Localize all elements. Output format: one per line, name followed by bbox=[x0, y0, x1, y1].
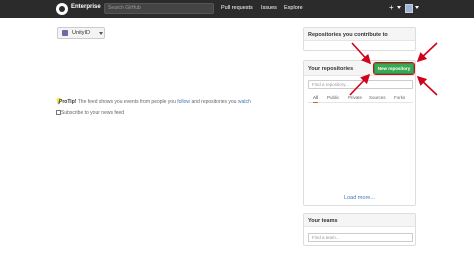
top-navbar: Enterprise Search GitHub Pull requests I… bbox=[0, 0, 474, 18]
follow-link[interactable]: follow bbox=[177, 99, 190, 105]
filter-all[interactable]: All bbox=[313, 95, 319, 103]
context-switcher-button[interactable]: UnityID bbox=[57, 27, 105, 39]
repositories-panel: Your repositories New repository Find a … bbox=[303, 60, 416, 206]
contribute-title: Repositories you contribute to bbox=[304, 28, 415, 41]
repository-filters: All Public Private Sources Forks bbox=[308, 93, 413, 103]
filter-forks[interactable]: Forks bbox=[394, 95, 405, 100]
chevron-down-icon[interactable] bbox=[397, 6, 401, 9]
context-label: UnityID bbox=[72, 30, 91, 36]
find-repository-input[interactable]: Find a repository... bbox=[308, 80, 413, 89]
teams-title: Your teams bbox=[304, 214, 415, 227]
plus-icon[interactable]: + bbox=[389, 3, 394, 12]
teams-panel: Your teams Find a team... bbox=[303, 213, 416, 246]
github-logo-icon[interactable] bbox=[56, 3, 68, 15]
nav-explore[interactable]: Explore bbox=[284, 5, 303, 11]
new-repository-button[interactable]: New repository bbox=[373, 62, 415, 75]
subscribe-link[interactable]: Subscribe to your news feed bbox=[61, 110, 124, 116]
arrow-bottom-right bbox=[416, 75, 438, 96]
avatar[interactable] bbox=[405, 4, 413, 13]
nav-issues[interactable]: Issues bbox=[261, 5, 277, 11]
watch-link[interactable]: watch bbox=[238, 99, 251, 105]
organization-icon bbox=[62, 30, 68, 36]
brand-label[interactable]: Enterprise bbox=[71, 4, 101, 10]
arrow-top-right bbox=[416, 42, 438, 63]
protip-label: ProTip! bbox=[59, 99, 77, 105]
avatar-chevron-down-icon[interactable] bbox=[415, 6, 419, 9]
search-input[interactable]: Search GitHub bbox=[104, 3, 214, 14]
search-placeholder: Search GitHub bbox=[108, 5, 141, 11]
filter-public[interactable]: Public bbox=[327, 95, 339, 100]
protip-text: ProTip! The feed shows you events from p… bbox=[59, 99, 251, 105]
filter-private[interactable]: Private bbox=[348, 95, 362, 100]
protip-text-b: and repositories you bbox=[191, 99, 237, 105]
nav-pull-requests[interactable]: Pull requests bbox=[221, 5, 253, 11]
chevron-down-icon bbox=[99, 32, 103, 35]
filter-sources[interactable]: Sources bbox=[369, 95, 386, 100]
load-more-link[interactable]: Load more... bbox=[304, 195, 415, 201]
find-team-input[interactable]: Find a team... bbox=[308, 233, 413, 242]
contribute-panel: Repositories you contribute to bbox=[303, 27, 416, 51]
protip-text-a: The feed shows you events from people yo… bbox=[77, 99, 176, 105]
repositories-title-text: Your repositories bbox=[308, 66, 354, 72]
